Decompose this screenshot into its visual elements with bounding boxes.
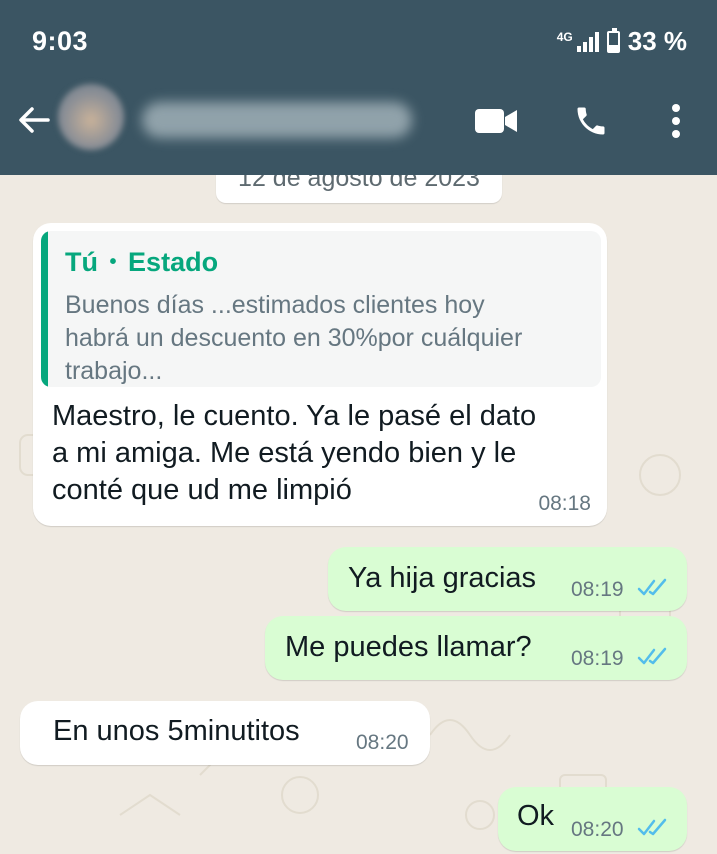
message-time: 08:20: [356, 731, 409, 754]
message-text: Ya hija gracias: [348, 562, 537, 594]
message-time: 08:19: [571, 578, 624, 601]
network-type: 4G: [556, 30, 573, 44]
quote-accent-bar: [41, 231, 48, 387]
chat-thread[interactable]: 12 de agosto de 2023 Tú • Estado Buenos …: [0, 175, 717, 854]
contact-name-blurred[interactable]: [142, 102, 412, 138]
read-receipt-icon: [637, 647, 667, 665]
quote-text: Buenos días ...estimados clientes hoy ha…: [65, 291, 523, 385]
message-text: Maestro, le cuento. Ya le pasé el dato a…: [52, 400, 537, 506]
video-camera-icon[interactable]: [473, 98, 519, 144]
contact-avatar[interactable]: [58, 84, 124, 150]
incoming-message[interactable]: En unos 5minutitos 08:20: [20, 701, 430, 765]
message-text: Me puedes llamar?: [285, 631, 532, 663]
date-chip: 12 de agosto de 2023: [216, 175, 502, 203]
battery-percent: 33 %: [627, 26, 687, 56]
message-time: 08:20: [571, 818, 624, 841]
battery-icon: [606, 27, 620, 53]
message-time: 08:19: [571, 647, 624, 670]
read-receipt-icon: [637, 818, 667, 836]
outgoing-message[interactable]: Ya hija gracias 08:19: [328, 547, 687, 611]
message-text: Ok: [517, 800, 555, 832]
incoming-message[interactable]: Tú • Estado Buenos días ...estimados cli…: [33, 223, 607, 526]
phone-icon[interactable]: [568, 98, 614, 144]
message-time: 08:18: [538, 492, 591, 515]
outgoing-message[interactable]: Ok 08:20: [498, 787, 687, 851]
status-time: 9:03: [32, 26, 89, 56]
more-options-icon[interactable]: [653, 98, 699, 144]
quoted-status[interactable]: Tú • Estado Buenos días ...estimados cli…: [41, 231, 601, 387]
outgoing-message[interactable]: Me puedes llamar? 08:19: [265, 616, 687, 680]
quote-author: Tú • Estado: [65, 247, 219, 277]
status-indicators: 4G 33 %: [557, 26, 687, 57]
signal-icon: [576, 31, 599, 52]
message-text: En unos 5minutitos: [53, 715, 300, 747]
read-receipt-icon: [637, 578, 667, 596]
back-arrow-icon[interactable]: [14, 100, 54, 140]
app-header: 9:03 4G 33 %: [0, 0, 717, 175]
